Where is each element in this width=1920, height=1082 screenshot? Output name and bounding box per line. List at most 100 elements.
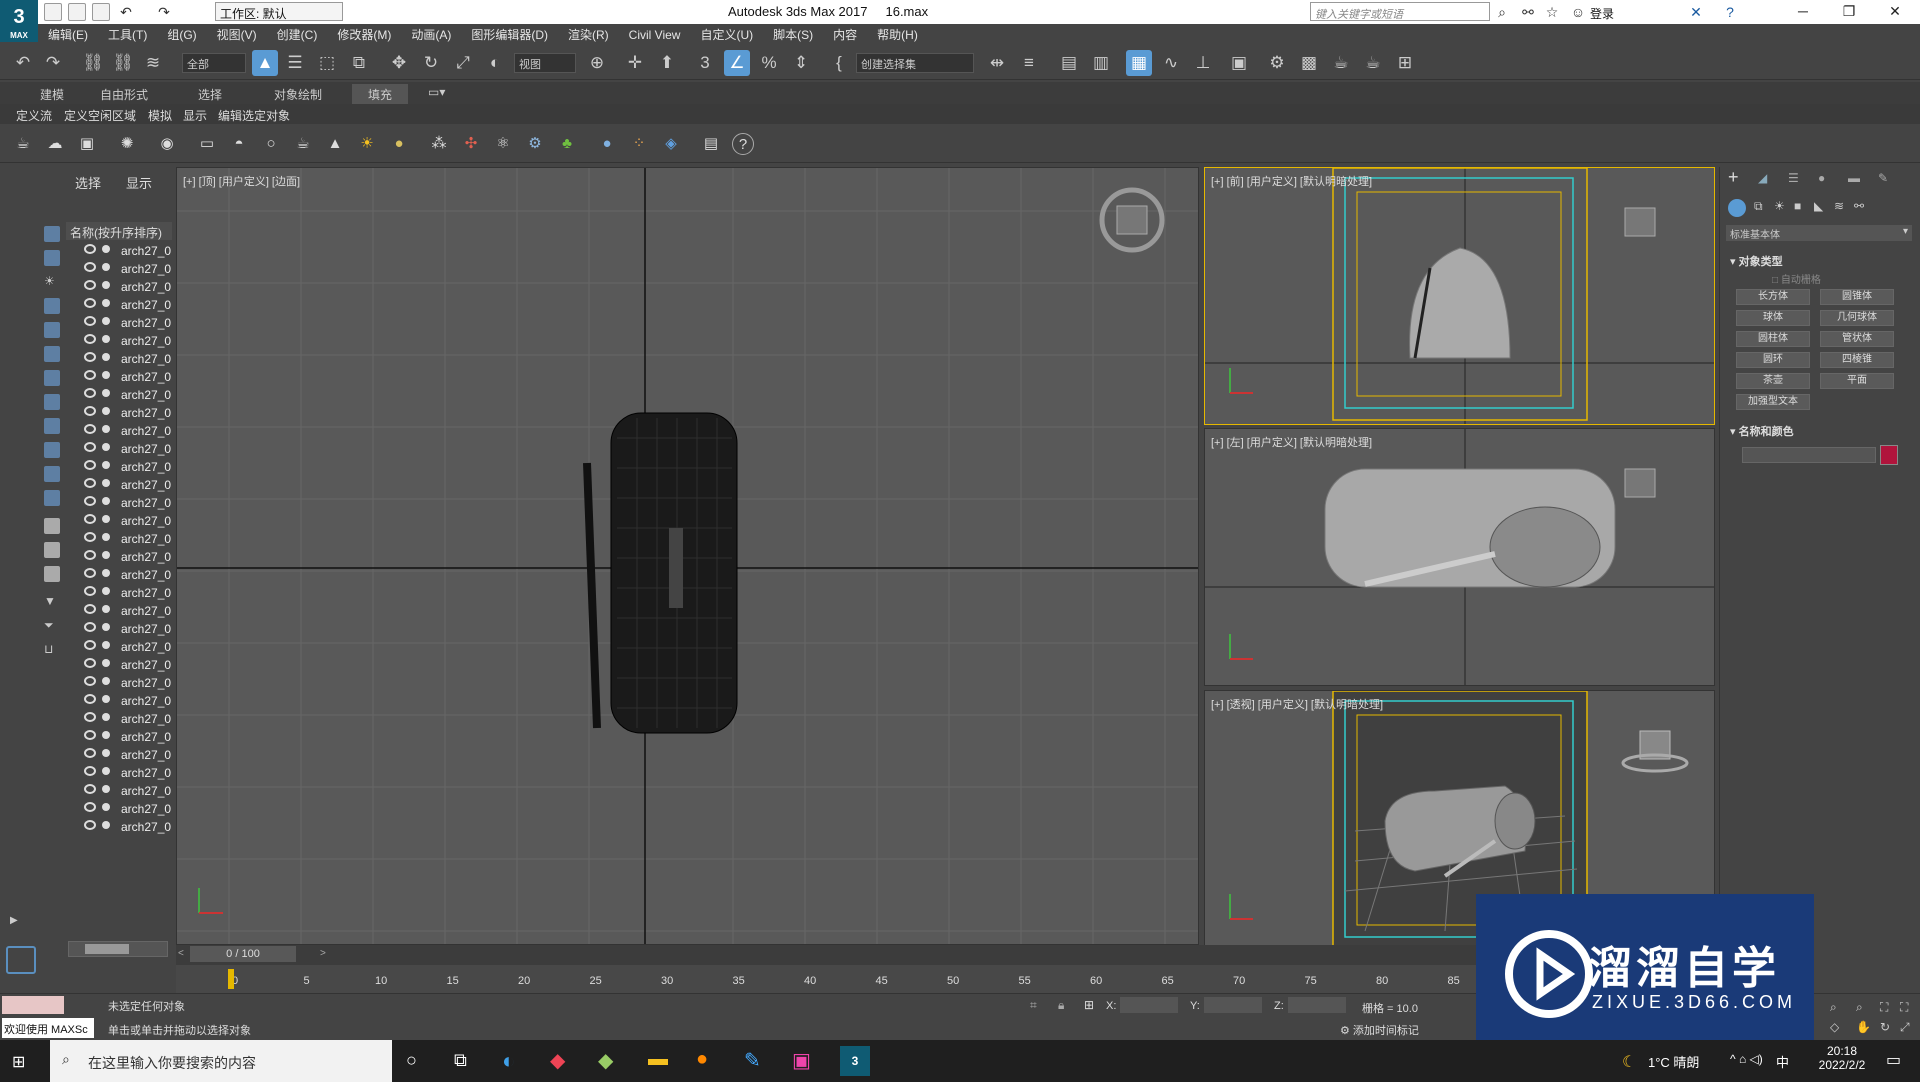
scene-list-item[interactable]: arch27_0 [66,656,172,674]
visibility-eye-icon[interactable] [84,784,96,794]
object-name-input[interactable] [1742,447,1876,463]
orbit-icon[interactable]: ↻ [1880,1020,1890,1034]
material-balls-icon[interactable]: ⁘ [628,133,650,155]
cortana-icon[interactable]: ○ [406,1050,417,1071]
x-coord-input[interactable] [1120,997,1178,1013]
placement-icon[interactable]: ◐ [482,50,508,76]
z-coord-input[interactable] [1288,997,1346,1013]
scene-list-item[interactable]: arch27_0 [66,476,172,494]
menu-edit[interactable]: 编辑(E) [38,24,98,43]
help-circle-icon[interactable]: ? [732,133,754,155]
spacewarps-icon[interactable]: ≋ [1834,199,1844,213]
menu-tools[interactable]: 工具(T) [98,24,157,43]
render-dot-icon[interactable] [102,623,110,631]
pyramid-button[interactable]: 四棱锥 [1820,352,1894,368]
render-dot-icon[interactable] [102,569,110,577]
select-by-name-icon[interactable]: ☰ [282,50,308,76]
menu-group[interactable]: 组(G) [157,24,206,43]
tab-populate[interactable]: 填充 [352,84,409,105]
menu-views[interactable]: 视图(V) [207,24,267,43]
scene-list-item[interactable]: arch27_0 [66,764,172,782]
render-dot-icon[interactable] [102,299,110,307]
render-dot-icon[interactable] [102,317,110,325]
render-dot-icon[interactable] [102,713,110,721]
maximize-viewport-icon[interactable]: ⤢ [1900,1020,1910,1035]
render-dot-icon[interactable] [102,677,110,685]
search-input[interactable]: 键入关键字或短语 [1310,2,1490,21]
visibility-eye-icon[interactable] [84,748,96,758]
cone-button[interactable]: 圆锥体 [1820,289,1894,305]
absolute-mode-icon[interactable]: ⊞ [1084,998,1094,1012]
visibility-eye-icon[interactable] [84,280,96,290]
material-editor-icon[interactable]: ▣ [1226,50,1252,76]
firefox-icon[interactable]: ● [696,1048,708,1071]
utilities-tab-icon[interactable]: ✎ [1878,171,1888,185]
isolate-icon[interactable]: ⌗ [1030,998,1037,1013]
scene-list-item[interactable]: arch27_0 [66,422,172,440]
clock[interactable]: 20:18 2022/2/2 [1812,1044,1872,1072]
funnel-icon[interactable]: ⏷ [44,618,60,634]
minimize-button[interactable]: ─ [1780,0,1826,24]
align-icon[interactable]: ≡ [1016,50,1042,76]
tab-modeling[interactable]: 建模 [40,86,64,103]
slider-left-arrow[interactable]: < [178,948,184,959]
edit-named-selection-icon[interactable]: { [826,50,852,76]
visibility-eye-icon[interactable] [84,424,96,434]
visibility-eye-icon[interactable] [84,334,96,344]
tab-selection[interactable]: 选择 [198,86,222,103]
render-sphere-icon[interactable]: ● [596,133,618,155]
select-manipulate-icon[interactable]: ✛ [622,50,648,76]
cloud-icon[interactable]: ☁ [44,133,66,155]
maxscript-listener[interactable] [2,996,64,1014]
unlink-icon[interactable]: ⛓ [110,50,136,76]
scene-list-item[interactable]: arch27_0 [66,602,172,620]
snaps-toggle-icon[interactable]: 3 [692,50,718,76]
sphere-icon[interactable]: ○ [260,133,282,155]
visibility-eye-icon[interactable] [84,406,96,416]
scene-list-item[interactable]: arch27_0 [66,440,172,458]
add-time-tag[interactable]: ⚙ 添加时间标记 [1340,1022,1419,1038]
tab-display[interactable]: 显示 [126,176,152,191]
autodesk-exchange-icon[interactable]: ✕ [1688,4,1704,20]
visibility-eye-icon[interactable] [84,586,96,596]
scene-list-item[interactable]: arch27_0 [66,404,172,422]
help-icon[interactable]: ? [1722,4,1738,20]
reference-coord-dropdown[interactable]: 视图 [514,53,576,73]
scene-list-item[interactable]: arch27_0 [66,278,172,296]
image-icon[interactable]: ▣ [76,133,98,155]
render-dot-icon[interactable] [102,353,110,361]
curve-editor-icon[interactable]: ∿ [1158,50,1184,76]
spinner-snap-icon[interactable]: ⇕ [788,50,814,76]
render-dot-icon[interactable] [102,731,110,739]
scene-list-item[interactable]: arch27_0 [66,620,172,638]
scene-list-item[interactable]: arch27_0 [66,674,172,692]
name-column-header[interactable]: 名称(按升序排序) [66,222,172,240]
app-icon-1[interactable]: ◆ [550,1048,565,1073]
display-bones-icon[interactable] [44,418,60,434]
display-invert-icon[interactable] [44,566,60,582]
time-marker[interactable] [228,969,234,989]
render-dot-icon[interactable] [102,821,110,829]
render-dot-icon[interactable] [102,767,110,775]
display-helpers-icon[interactable] [44,322,60,338]
menu-civil-view[interactable]: Civil View [619,26,691,42]
notification-icon[interactable]: ▭ [1886,1050,1901,1070]
viewport-left-label[interactable]: [+] [左] [用户定义] [默认明暗处理] [1211,434,1372,450]
scene-list-item[interactable]: arch27_0 [66,458,172,476]
render-dot-icon[interactable] [102,479,110,487]
ime-indicator[interactable]: 中 [1776,1052,1789,1071]
display-containers-icon[interactable] [44,442,60,458]
scene-list-item[interactable]: arch27_0 [66,638,172,656]
lock-icon[interactable]: 🔒︎ [1058,998,1064,1013]
mirror-icon[interactable]: ⇹ [984,50,1010,76]
zoom-extents-all-icon[interactable]: ⛶ [1900,1000,1908,1015]
schematic-view-icon[interactable]: ⊥ [1190,50,1216,76]
render-dot-icon[interactable] [102,335,110,343]
toggle-ribbon-icon[interactable]: ▥ [1088,50,1114,76]
autogrid-checkbox[interactable]: □ 自动栅格 [1772,271,1821,286]
star-icon[interactable]: ☆ [1544,4,1560,20]
selection-filter-dropdown[interactable]: 全部 [182,53,246,73]
undo-icon[interactable]: ↶ [118,4,134,20]
viewport-persp-label[interactable]: [+] [透视] [用户定义] [默认明暗处理] [1211,696,1383,712]
visibility-eye-icon[interactable] [84,370,96,380]
